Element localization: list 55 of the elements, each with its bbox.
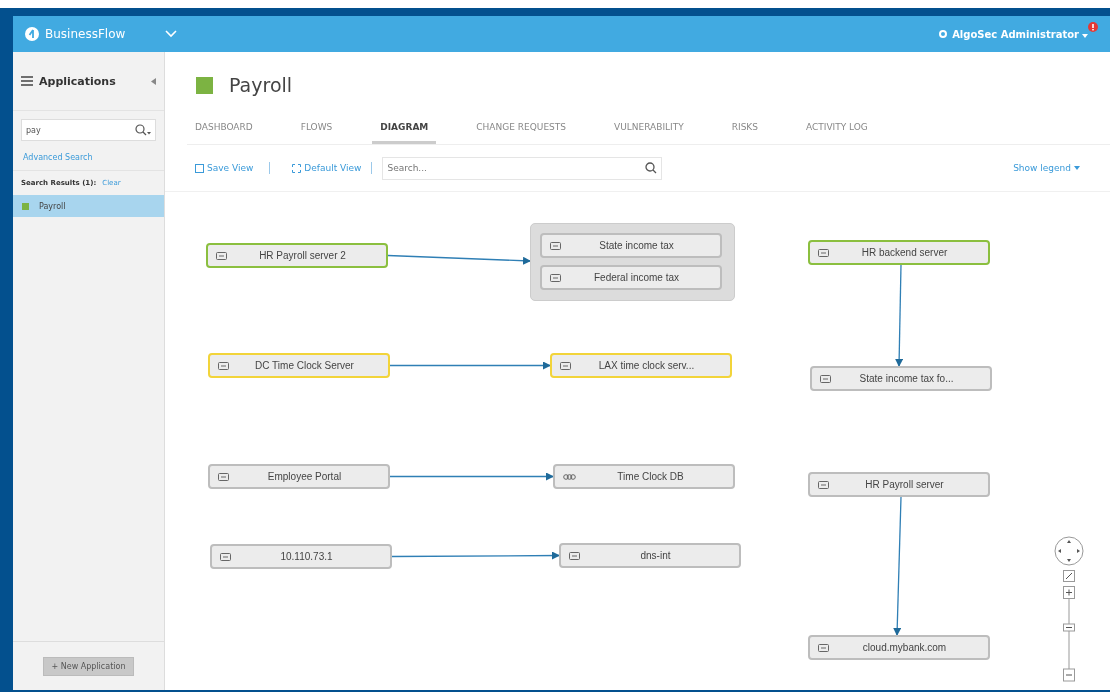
fit-icon[interactable] (1063, 570, 1075, 582)
server-icon (820, 374, 831, 383)
tab[interactable]: DIAGRAM (372, 112, 437, 144)
search-icon[interactable] (135, 124, 151, 136)
menu-icon[interactable] (21, 76, 33, 86)
diagram-node[interactable]: cloud.mybank.com (808, 635, 990, 660)
search-field[interactable]: Search... (382, 156, 663, 180)
gear-icon (939, 30, 948, 38)
tab[interactable]: VULNERABILITY (606, 112, 692, 144)
product-name: BusinessFlow (45, 27, 126, 41)
search-field[interactable]: pay (21, 119, 156, 141)
diagram-node[interactable]: State income tax (540, 233, 722, 258)
database-icon (563, 472, 576, 481)
tab[interactable]: FLOWS (292, 112, 341, 144)
diagram-node[interactable]: Employee Portal (208, 464, 390, 489)
collapse-icon[interactable] (151, 77, 156, 85)
diagram-node[interactable]: 10.110.73.1 (210, 544, 392, 569)
diagram-node[interactable]: HR backend server (808, 240, 990, 265)
application-item[interactable]: Payroll (13, 195, 164, 217)
diagram-node[interactable]: HR Payroll server 2 (206, 243, 388, 268)
application-name: Payroll (39, 201, 66, 211)
diagram-node[interactable]: DC Time Clock Server (208, 353, 390, 378)
chevron-down-icon[interactable] (165, 30, 178, 38)
save-icon (195, 163, 204, 173)
tab[interactable]: DASHBOARD (187, 112, 261, 144)
caret-icon[interactable] (1082, 34, 1088, 38)
server-icon (550, 241, 561, 250)
zoom-slider-icon[interactable] (1063, 586, 1075, 682)
server-icon (818, 480, 829, 489)
diagram-node[interactable]: LAX time clock serv... (550, 353, 732, 378)
sidebar-title: Applications (39, 74, 117, 88)
diagram-node[interactable]: Time Clock DB (553, 464, 735, 489)
pan-control-icon[interactable] (1054, 536, 1084, 566)
caret-icon (1074, 166, 1080, 170)
expand-icon (292, 163, 302, 173)
diagram-node[interactable]: HR Payroll server (808, 472, 990, 497)
server-icon (550, 273, 561, 282)
server-icon (218, 361, 229, 370)
tab[interactable]: CHANGE REQUESTS (468, 112, 574, 144)
server-icon (569, 551, 580, 560)
server-icon (818, 248, 829, 257)
new-application-button[interactable]: + New Application (42, 656, 135, 676)
tab[interactable]: ACTIVITY LOG (797, 112, 876, 144)
diagram-node[interactable]: Federal income tax (540, 265, 722, 290)
search-icon[interactable] (645, 162, 658, 174)
tab[interactable]: RISKS (723, 112, 766, 144)
logo-icon (25, 27, 39, 41)
diagram-node[interactable]: State income tax fo... (810, 366, 992, 391)
server-icon (216, 251, 227, 260)
server-icon (218, 472, 229, 481)
server-icon (220, 552, 231, 561)
server-icon (818, 643, 829, 652)
diagram-node[interactable]: dns-int (559, 543, 741, 568)
page-title: Payroll (229, 74, 293, 96)
server-icon (560, 361, 571, 370)
